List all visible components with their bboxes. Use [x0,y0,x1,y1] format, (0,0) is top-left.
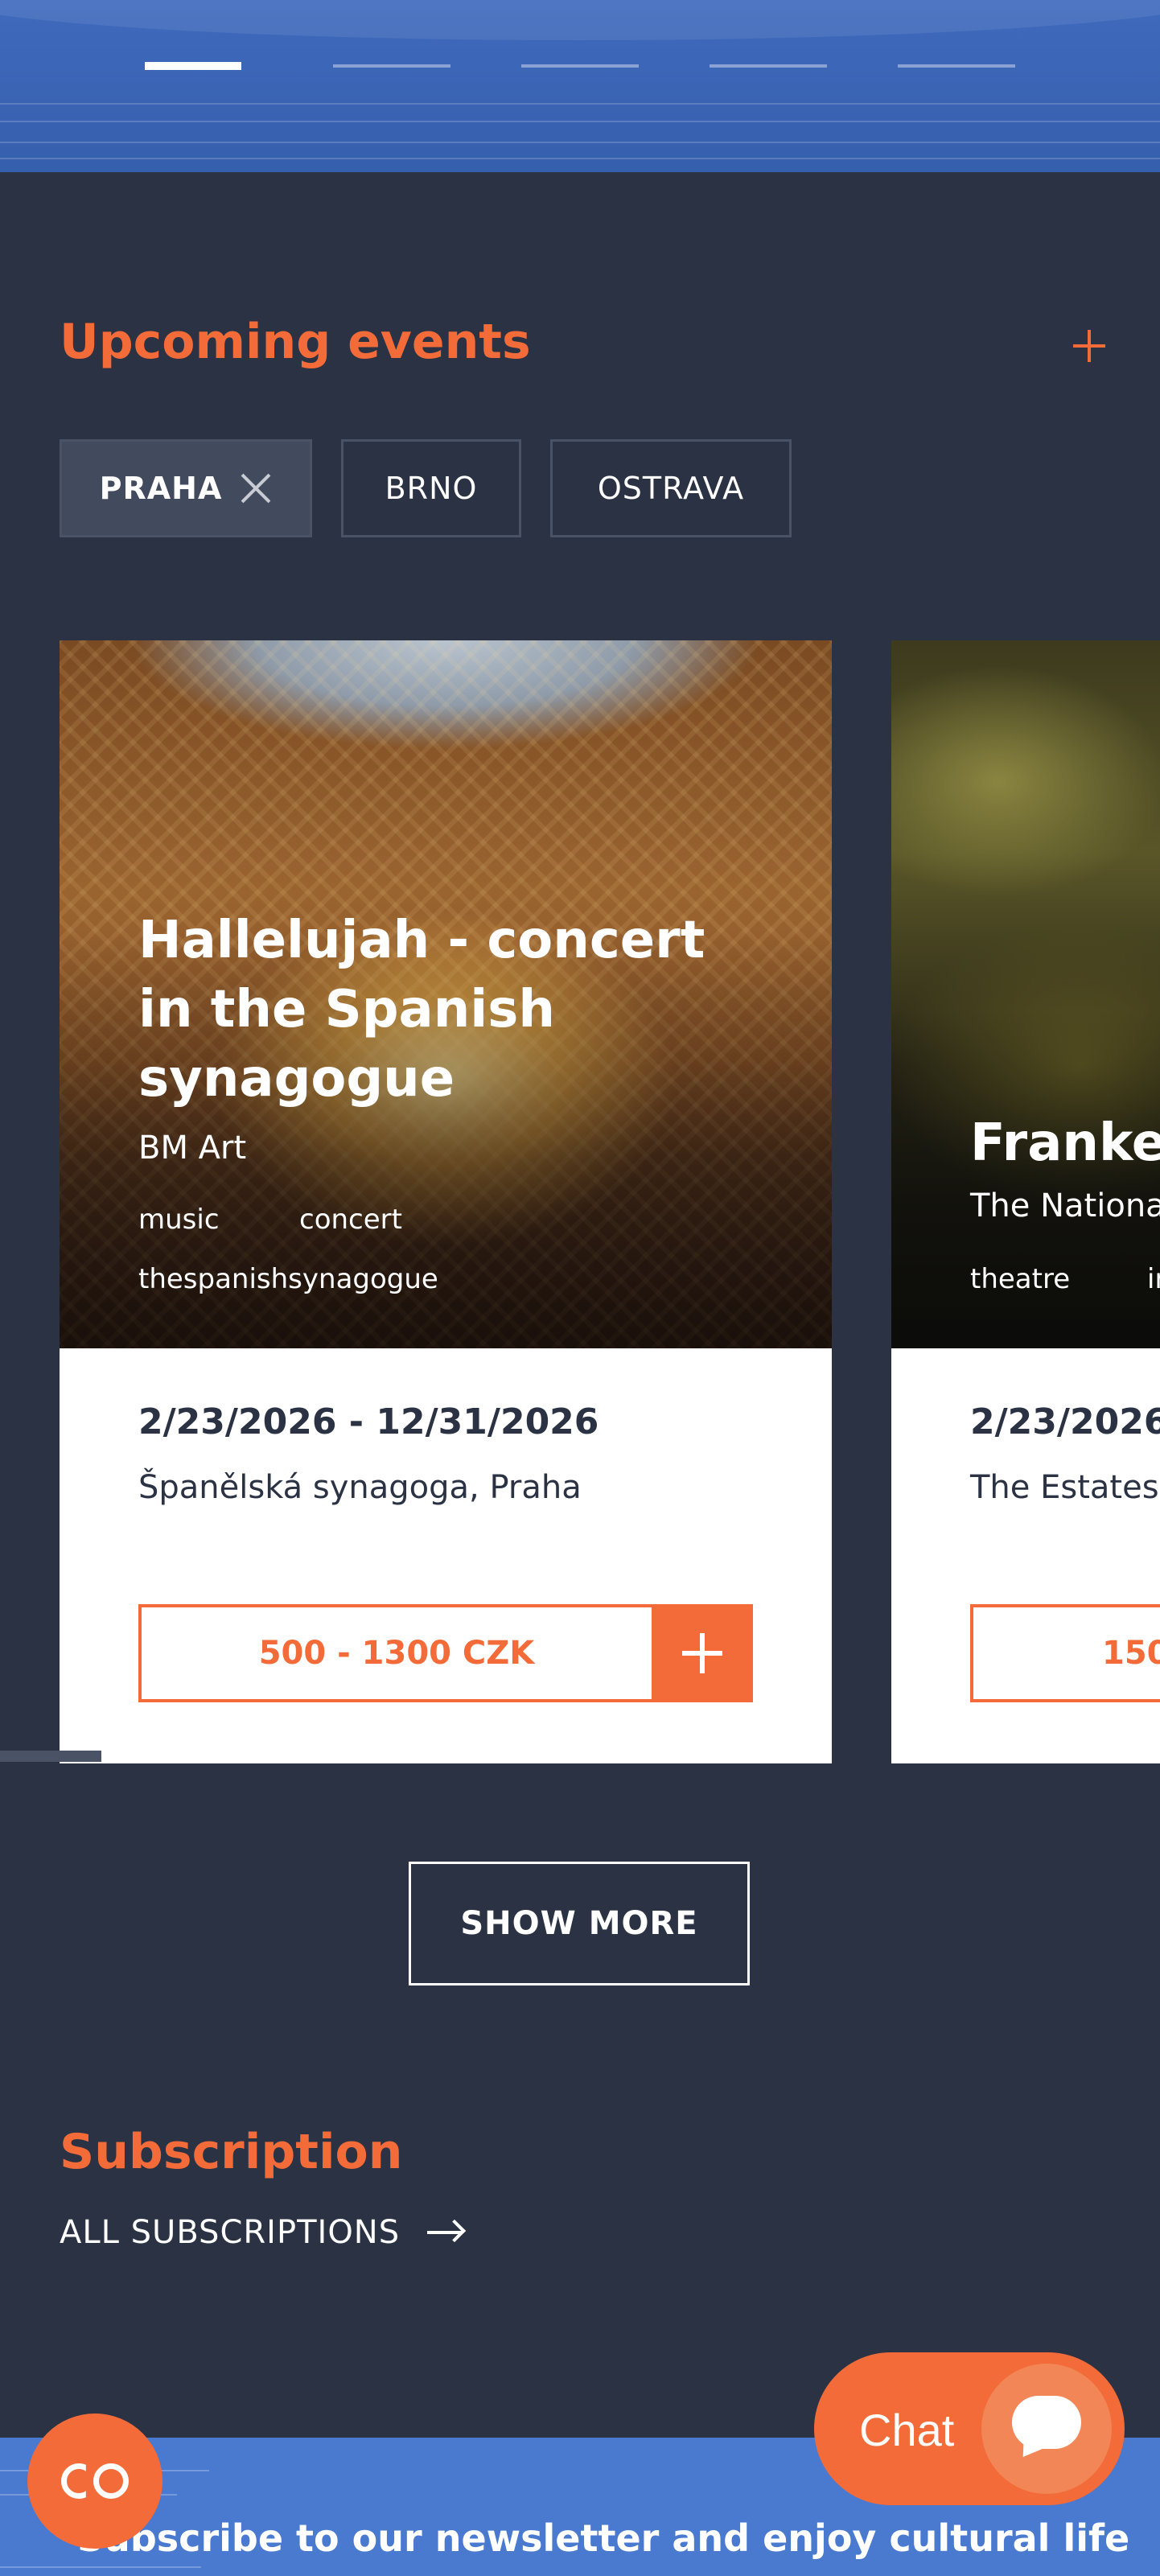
hero-wave [0,158,1160,159]
hero-banner [0,0,1160,172]
event-date: 2/23/2026 - [970,1401,1160,1442]
chat-button[interactable]: Chat [814,2352,1125,2505]
event-organizer: The National [970,1187,1160,1224]
event-date: 2/23/2026 - 12/31/2026 [138,1401,599,1442]
hero-wave [0,121,1160,122]
event-tag[interactable]: in [1147,1263,1160,1295]
slider-indicator-4[interactable] [710,64,827,68]
event-title[interactable]: Franke [970,1109,1160,1178]
close-icon[interactable] [240,472,272,504]
filter-chip-brno[interactable]: BRNO [341,439,521,537]
filter-chip-ostrava[interactable]: OSTRAVA [550,439,792,537]
all-subscriptions-label: ALL SUBSCRIPTIONS [60,2214,401,2251]
co-icon [61,2463,129,2499]
show-more-button[interactable]: SHOW MORE [409,1862,750,1985]
slider-indicator-3[interactable] [521,64,639,68]
event-organizer: BM Art [138,1130,247,1167]
price-label: 150 [1102,1635,1160,1672]
price-button[interactable]: 500 - 1300 CZK [138,1604,753,1702]
hero-wave [0,103,1160,105]
event-tag[interactable]: thespanishsynagogue [138,1263,438,1295]
all-subscriptions-link[interactable]: ALL SUBSCRIPTIONS [60,2214,467,2251]
arrow-right-icon [427,2219,467,2245]
event-tag[interactable]: theatre [970,1263,1070,1295]
event-image [891,640,1160,1348]
event-tag[interactable]: music [138,1204,220,1236]
filter-chip-label: BRNO [385,471,478,506]
filter-chip-label: OSTRAVA [597,471,745,506]
event-title[interactable]: Hallelujah - concert in the Spanish syna… [138,906,750,1113]
event-venue: The Estates [970,1469,1159,1506]
carousel-scrollbar[interactable] [0,1751,101,1762]
price-label: 500 - 1300 CZK [258,1635,535,1672]
accessibility-button[interactable] [27,2413,162,2549]
event-venue: Španělská synagoga, Praha [138,1469,582,1506]
filter-chip-label: PRAHA [99,471,223,506]
slider-indicator-5[interactable] [898,64,1015,68]
event-card[interactable]: Hallelujah - concert in the Spanish syna… [60,640,832,1763]
plus-icon[interactable] [1073,330,1105,362]
hero-glow [0,0,1160,40]
filter-chip-praha[interactable]: PRAHA [60,439,312,537]
slider-indicator-2[interactable] [333,64,450,68]
event-tag[interactable]: concert [299,1204,402,1236]
price-button[interactable]: 150 [970,1604,1160,1702]
chat-label: Chat [859,2405,955,2455]
newsletter-heading: Subscribe to our newsletter and enjoy cu… [77,2516,1130,2560]
add-to-cart-plus-icon[interactable] [652,1604,753,1702]
chat-bubble-icon [981,2364,1112,2494]
event-card[interactable]: Franke The National theatre in 2/23/2026… [891,640,1160,1763]
hero-wave [0,142,1160,143]
events-section-title: Upcoming events [60,314,531,370]
slider-indicator-1[interactable] [145,62,241,70]
subscription-section-title: Subscription [60,2124,403,2180]
